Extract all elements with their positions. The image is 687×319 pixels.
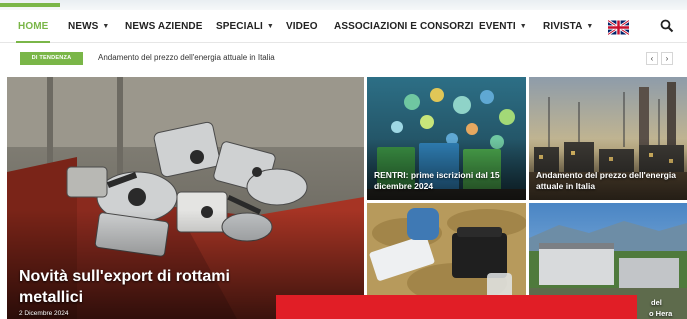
featured-main-title[interactable]: Novità sull'export di rottami metallici bbox=[19, 266, 269, 308]
featured-tile-rentri[interactable]: RENTRI: prime iscrizioni dal 15 dicembre… bbox=[367, 77, 526, 200]
nav-item-video[interactable]: VIDEO bbox=[286, 11, 318, 42]
chevron-down-icon: ▼ bbox=[586, 23, 594, 30]
active-nav-underline bbox=[16, 41, 50, 43]
chevron-right-icon: › bbox=[665, 54, 669, 63]
featured-tile-4-title-fragment-2[interactable]: o Hera bbox=[649, 309, 672, 318]
nav-item-news-label: NEWS bbox=[68, 21, 99, 32]
nav-item-associazioni[interactable]: ASSOCIAZIONI E CONSORZI bbox=[334, 11, 474, 42]
nav-item-home[interactable]: HOME bbox=[18, 11, 48, 42]
trending-prev-button[interactable]: ‹ bbox=[646, 52, 658, 65]
top-strip-accent bbox=[0, 3, 60, 7]
trending-next-button[interactable]: › bbox=[661, 52, 673, 65]
chevron-down-icon: ▼ bbox=[102, 23, 110, 30]
featured-tile-energia-title[interactable]: Andamento del prezzo dell'energia attual… bbox=[536, 170, 686, 192]
trending-headline-link[interactable]: Andamento del prezzo dell'energia attual… bbox=[98, 53, 275, 62]
nav-item-home-label: HOME bbox=[18, 21, 49, 32]
featured-tile-rentri-title[interactable]: RENTRI: prime iscrizioni dal 15 dicembre… bbox=[374, 170, 524, 192]
trending-badge: DI TENDENZA bbox=[20, 52, 83, 65]
nav-item-news[interactable]: NEWS ▼ bbox=[68, 11, 109, 42]
featured-main-tile[interactable]: Novità sull'export di rottami metallici … bbox=[7, 77, 364, 319]
nav-item-speciali-label: SPECIALI bbox=[216, 21, 263, 32]
nav-item-eventi-label: EVENTI bbox=[479, 21, 516, 32]
chevron-down-icon: ▼ bbox=[266, 23, 274, 30]
search-icon[interactable] bbox=[660, 19, 674, 33]
main-nav: HOME NEWS ▼ NEWS AZIENDE SPECIALI ▼ VIDEO … bbox=[0, 11, 687, 43]
nav-item-video-label: VIDEO bbox=[286, 21, 318, 32]
nav-item-eventi[interactable]: EVENTI ▼ bbox=[479, 11, 527, 42]
chevron-left-icon: ‹ bbox=[650, 54, 654, 63]
nav-item-speciali[interactable]: SPECIALI ▼ bbox=[216, 11, 274, 42]
nav-item-rivista-label: RIVISTA bbox=[543, 21, 583, 32]
top-strip bbox=[0, 0, 687, 10]
nav-item-news-aziende[interactable]: NEWS AZIENDE bbox=[125, 11, 203, 42]
chevron-down-icon: ▼ bbox=[519, 23, 527, 30]
featured-tile-4-title-fragment[interactable]: del bbox=[651, 298, 662, 307]
uk-flag-icon[interactable] bbox=[608, 20, 629, 35]
nav-item-news-aziende-label: NEWS AZIENDE bbox=[125, 21, 203, 32]
ad-banner[interactable] bbox=[276, 295, 637, 319]
featured-main-date: 2 Dicembre 2024 bbox=[19, 310, 69, 317]
featured-tile-energia[interactable]: Andamento del prezzo dell'energia attual… bbox=[529, 77, 687, 200]
nav-item-rivista[interactable]: RIVISTA ▼ bbox=[543, 11, 593, 42]
nav-item-associazioni-label: ASSOCIAZIONI E CONSORZI bbox=[334, 21, 474, 32]
